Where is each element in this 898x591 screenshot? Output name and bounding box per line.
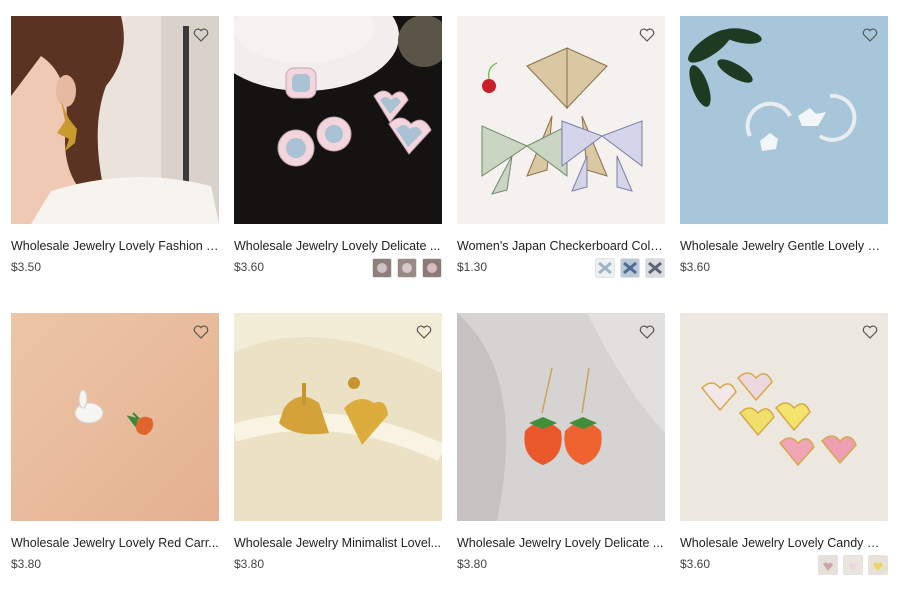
color-swatches <box>372 258 442 278</box>
product-image[interactable] <box>457 16 665 224</box>
product-title[interactable]: Wholesale Jewelry Minimalist Lovel... <box>234 535 442 551</box>
favorite-heart-icon[interactable] <box>639 28 655 42</box>
favorite-heart-icon[interactable] <box>193 325 209 339</box>
product-price: $3.50 <box>11 260 42 274</box>
product-title[interactable]: Wholesale Jewelry Lovely Fashion T... <box>11 238 219 254</box>
swatch-option[interactable] <box>868 555 888 575</box>
favorite-heart-icon[interactable] <box>416 325 432 339</box>
product-card[interactable]: Wholesale Jewelry Gentle Lovely Sil... $… <box>680 16 888 280</box>
swatch-option[interactable] <box>422 258 442 278</box>
product-image[interactable] <box>234 16 442 224</box>
product-card[interactable]: Wholesale Jewelry Lovely Red Carr... $3.… <box>11 313 219 577</box>
product-price: $3.60 <box>234 260 265 274</box>
favorite-heart-icon[interactable] <box>862 28 878 42</box>
product-price: $3.60 <box>680 557 711 571</box>
product-title[interactable]: Wholesale Jewelry Lovely Red Carr... <box>11 535 219 551</box>
favorite-heart-icon[interactable] <box>639 325 655 339</box>
swatch-option[interactable] <box>620 258 640 278</box>
product-price: $1.30 <box>457 260 488 274</box>
product-title[interactable]: Women's Japan Checkerboard Color... <box>457 238 665 254</box>
product-image[interactable] <box>680 16 888 224</box>
product-image[interactable] <box>234 313 442 521</box>
product-price: $3.80 <box>11 557 42 571</box>
product-card[interactable]: Wholesale Jewelry Lovely Fashion T... $3… <box>11 16 219 280</box>
favorite-heart-icon[interactable] <box>862 325 878 339</box>
product-title[interactable]: Wholesale Jewelry Gentle Lovely Sil... <box>680 238 888 254</box>
product-price: $3.60 <box>680 260 711 274</box>
swatch-option[interactable] <box>397 258 417 278</box>
product-card[interactable]: Wholesale Jewelry Lovely Delicate ... $3… <box>457 313 665 577</box>
product-image[interactable] <box>680 313 888 521</box>
product-card[interactable]: Wholesale Jewelry Lovely Delicate ... $3… <box>234 16 442 280</box>
product-image[interactable] <box>457 313 665 521</box>
swatch-option[interactable] <box>645 258 665 278</box>
swatch-option[interactable] <box>843 555 863 575</box>
color-swatches <box>818 555 888 575</box>
product-image[interactable] <box>11 16 219 224</box>
swatch-option[interactable] <box>595 258 615 278</box>
product-card[interactable]: Wholesale Jewelry Minimalist Lovel... $3… <box>234 313 442 577</box>
favorite-heart-icon[interactable] <box>193 28 209 42</box>
product-price: $3.80 <box>457 557 488 571</box>
product-card[interactable]: Women's Japan Checkerboard Color... $1.3… <box>457 16 665 280</box>
product-price: $3.80 <box>234 557 265 571</box>
product-title[interactable]: Wholesale Jewelry Lovely Delicate ... <box>234 238 442 254</box>
swatch-option[interactable] <box>818 555 838 575</box>
product-image[interactable] <box>11 313 219 521</box>
swatch-option[interactable] <box>372 258 392 278</box>
product-title[interactable]: Wholesale Jewelry Lovely Candy Re... <box>680 535 888 551</box>
color-swatches <box>595 258 665 278</box>
product-title[interactable]: Wholesale Jewelry Lovely Delicate ... <box>457 535 665 551</box>
product-card[interactable]: Wholesale Jewelry Lovely Candy Re... $3.… <box>680 313 888 577</box>
